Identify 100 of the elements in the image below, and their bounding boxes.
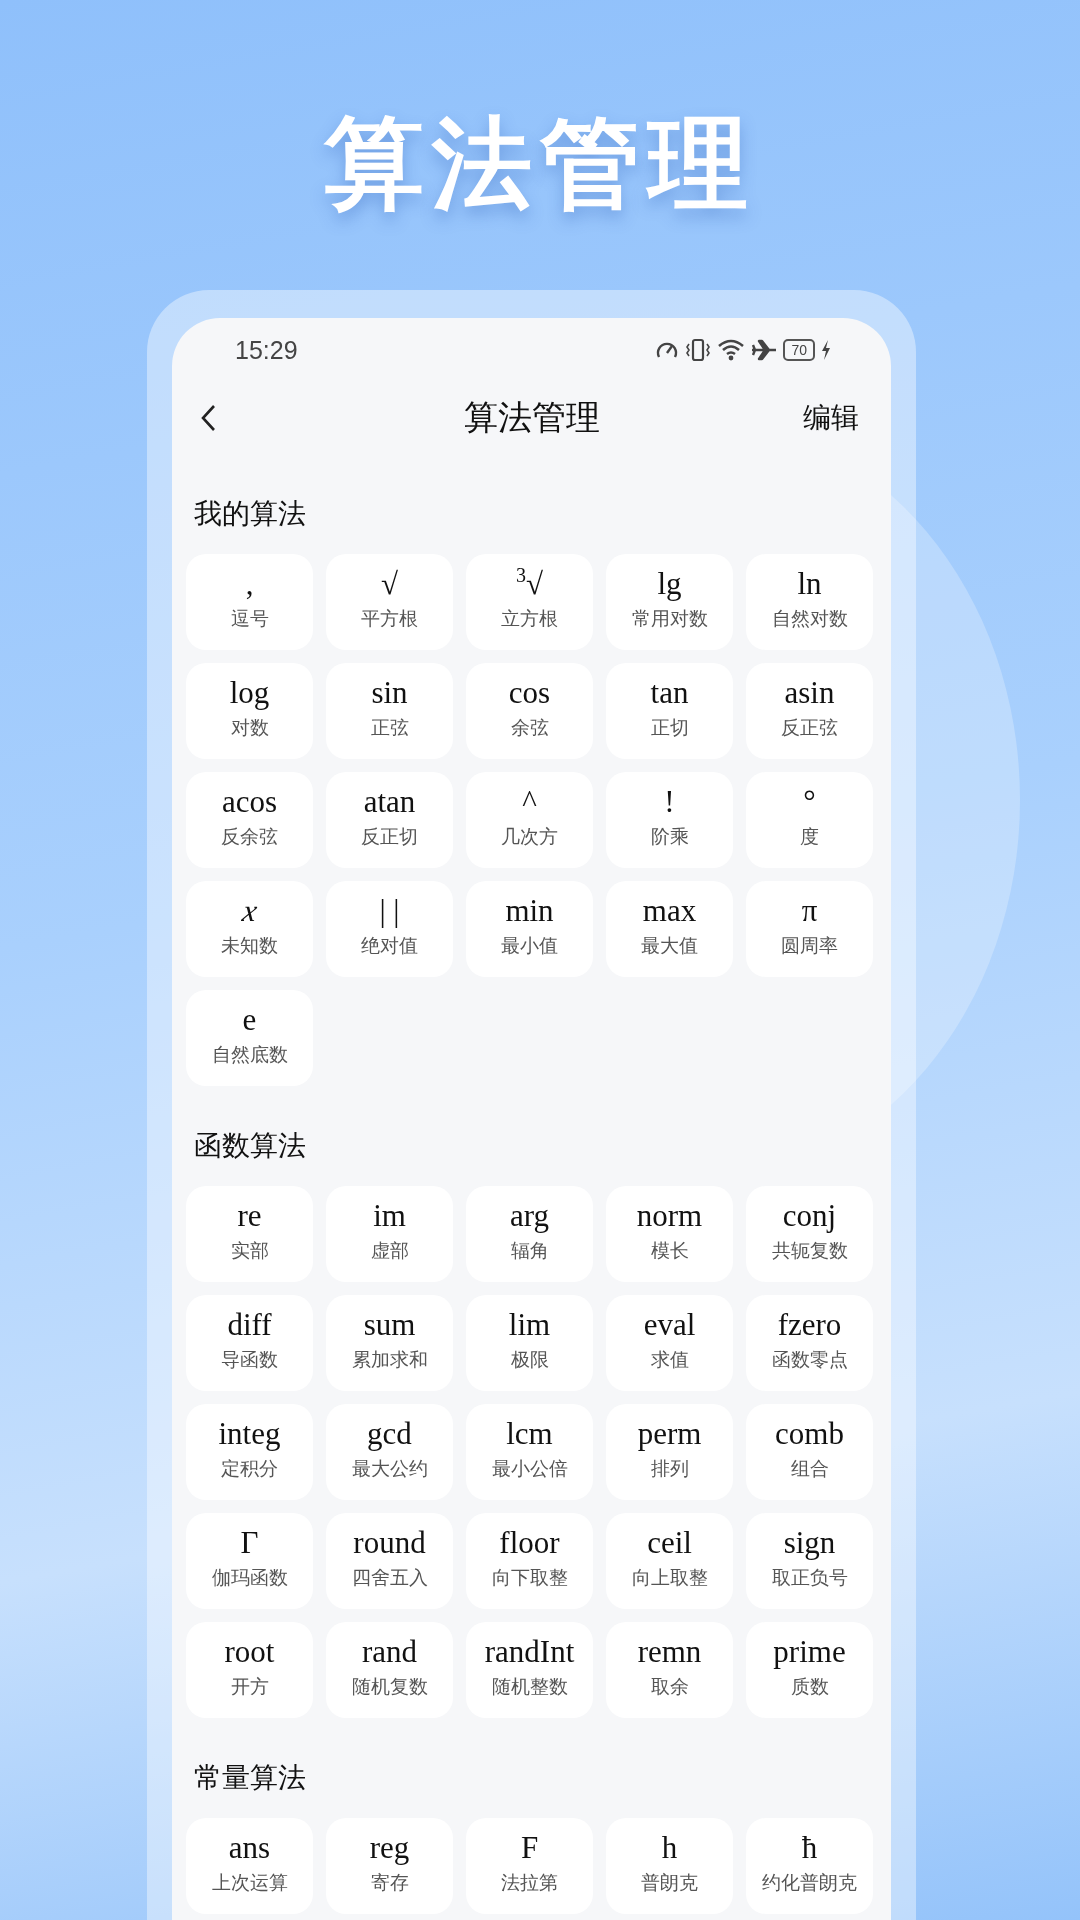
algorithm-tile[interactable]: remn 取余 <box>606 1622 733 1718</box>
algorithm-tile[interactable]: e 自然底数 <box>186 990 313 1086</box>
algorithm-tile[interactable]: gcd 最大公约 <box>326 1404 453 1500</box>
algorithm-tile[interactable]: F 法拉第 <box>466 1818 593 1914</box>
algorithm-label: 定积分 <box>221 1457 278 1481</box>
algorithm-symbol: max <box>642 892 697 930</box>
algorithm-tile[interactable]: ! 阶乘 <box>606 772 733 868</box>
algorithm-symbol: F <box>520 1829 539 1867</box>
algorithm-tile[interactable]: eval 求值 <box>606 1295 733 1391</box>
algorithm-symbol: ans <box>228 1829 271 1867</box>
edit-button[interactable]: 编辑 <box>803 399 859 437</box>
algorithm-label: 正切 <box>650 716 689 740</box>
algorithm-tile[interactable]: comb 组合 <box>746 1404 873 1500</box>
algorithm-tile[interactable]: sin 正弦 <box>326 663 453 759</box>
algorithm-tile[interactable]: lcm 最小公倍 <box>466 1404 593 1500</box>
algorithm-symbol: e <box>242 1001 257 1039</box>
algorithm-tile[interactable]: prime 质数 <box>746 1622 873 1718</box>
algorithm-tile[interactable]: norm 模长 <box>606 1186 733 1282</box>
algorithm-label: 普朗克 <box>641 1871 698 1895</box>
algorithm-tile[interactable]: , 逗号 <box>186 554 313 650</box>
algorithm-tile[interactable]: root 开方 <box>186 1622 313 1718</box>
algorithm-tile[interactable]: reg 寄存 <box>326 1818 453 1914</box>
algorithm-tile[interactable]: ceil 向上取整 <box>606 1513 733 1609</box>
algorithm-tile[interactable]: diff 导函数 <box>186 1295 313 1391</box>
algorithm-symbol: min <box>505 892 554 930</box>
algorithm-label: 阶乘 <box>650 825 689 849</box>
algorithm-label: 最大公约 <box>351 1457 428 1481</box>
algorithm-symbol: √ <box>381 565 398 603</box>
algorithm-tile[interactable]: conj 共轭复数 <box>746 1186 873 1282</box>
algorithm-symbol: ° <box>803 783 816 821</box>
algorithm-tile[interactable]: sign 取正负号 <box>746 1513 873 1609</box>
algorithm-tile[interactable]: $^{3}$√ 立方根 <box>466 554 593 650</box>
algorithm-tile[interactable]: rand 随机复数 <box>326 1622 453 1718</box>
algorithm-label: 圆周率 <box>781 934 838 958</box>
algorithm-label: 质数 <box>790 1675 829 1699</box>
algorithm-tile[interactable]: atan 反正切 <box>326 772 453 868</box>
algorithm-symbol: comb <box>775 1415 844 1453</box>
algorithm-tile[interactable]: √ 平方根 <box>326 554 453 650</box>
algorithm-tile[interactable]: x 未知数 <box>186 881 313 977</box>
algorithm-label: 上次运算 <box>211 1871 288 1895</box>
algorithm-symbol: π <box>801 892 818 930</box>
algorithm-symbol: $^{3}$√ <box>516 564 543 603</box>
algorithm-label: 最小公倍 <box>491 1457 568 1481</box>
algorithm-tile[interactable]: Γ 伽玛函数 <box>186 1513 313 1609</box>
algorithm-tile[interactable]: tan 正切 <box>606 663 733 759</box>
algorithm-tile[interactable]: asin 反正弦 <box>746 663 873 759</box>
algorithm-tile[interactable]: arg 辐角 <box>466 1186 593 1282</box>
algorithm-symbol: sin <box>371 674 408 712</box>
algorithm-tile[interactable]: round 四舍五入 <box>326 1513 453 1609</box>
algorithm-symbol: eval <box>643 1306 696 1344</box>
algorithm-label: 伽玛函数 <box>211 1566 288 1590</box>
algorithm-label: 累加求和 <box>351 1348 428 1372</box>
algorithm-tile[interactable]: min 最小值 <box>466 881 593 977</box>
algorithm-tile[interactable]: ^ 几次方 <box>466 772 593 868</box>
algorithm-label: 导函数 <box>221 1348 278 1372</box>
charging-bolt-icon <box>821 340 831 360</box>
algorithm-tile[interactable]: ln 自然对数 <box>746 554 873 650</box>
algorithm-tile[interactable]: π 圆周率 <box>746 881 873 977</box>
algorithm-label: 开方 <box>230 1675 269 1699</box>
algorithm-symbol: conj <box>782 1197 837 1235</box>
algorithm-tile[interactable]: log 对数 <box>186 663 313 759</box>
algorithm-tile[interactable]: im 虚部 <box>326 1186 453 1282</box>
algorithm-label: 未知数 <box>221 934 278 958</box>
algorithm-symbol: ^ <box>522 783 537 821</box>
algorithm-tile[interactable]: sum 累加求和 <box>326 1295 453 1391</box>
algorithm-tile[interactable]: integ 定积分 <box>186 1404 313 1500</box>
algorithm-tile[interactable]: lim 极限 <box>466 1295 593 1391</box>
algorithm-tile[interactable]: lg 常用对数 <box>606 554 733 650</box>
algorithm-symbol: h <box>661 1829 678 1867</box>
status-time: 15:29 <box>235 335 298 365</box>
algorithm-label: 反正切 <box>361 825 418 849</box>
algorithm-tile[interactable]: ħ 约化普朗克 <box>746 1818 873 1914</box>
algorithm-tile[interactable]: randInt 随机整数 <box>466 1622 593 1718</box>
algorithm-tile[interactable]: perm 排列 <box>606 1404 733 1500</box>
algorithm-tile[interactable]: | | 绝对值 <box>326 881 453 977</box>
algorithm-tile[interactable]: max 最大值 <box>606 881 733 977</box>
algorithm-symbol: lim <box>508 1306 551 1344</box>
algorithm-symbol: gcd <box>367 1415 412 1453</box>
algorithm-label: 反正弦 <box>781 716 838 740</box>
algorithm-tile[interactable]: h 普朗克 <box>606 1818 733 1914</box>
algorithm-tile[interactable]: fzero 函数零点 <box>746 1295 873 1391</box>
algorithm-label: 常用对数 <box>631 607 708 631</box>
algorithm-label: 绝对值 <box>361 934 418 958</box>
algorithm-label: 辐角 <box>510 1239 549 1263</box>
algorithm-label: 向上取整 <box>631 1566 708 1590</box>
section-heading: 函数算法 <box>194 1129 307 1163</box>
algorithm-symbol: fzero <box>777 1306 842 1344</box>
algorithm-tile[interactable]: acos 反余弦 <box>186 772 313 868</box>
wifi-icon <box>717 339 746 361</box>
algorithm-tile[interactable]: ° 度 <box>746 772 873 868</box>
algorithm-tile[interactable]: re 实部 <box>186 1186 313 1282</box>
algorithm-tile[interactable]: ans 上次运算 <box>186 1818 313 1914</box>
algorithm-tile[interactable]: cos 余弦 <box>466 663 593 759</box>
algorithm-symbol: im <box>373 1197 406 1235</box>
section-heading: 常量算法 <box>194 1761 307 1795</box>
algorithm-tile[interactable]: floor 向下取整 <box>466 1513 593 1609</box>
algorithm-label: 自然底数 <box>211 1043 288 1067</box>
algorithm-symbol: lcm <box>506 1415 553 1453</box>
back-icon[interactable] <box>200 404 216 432</box>
algorithm-label: 取正负号 <box>771 1566 848 1590</box>
